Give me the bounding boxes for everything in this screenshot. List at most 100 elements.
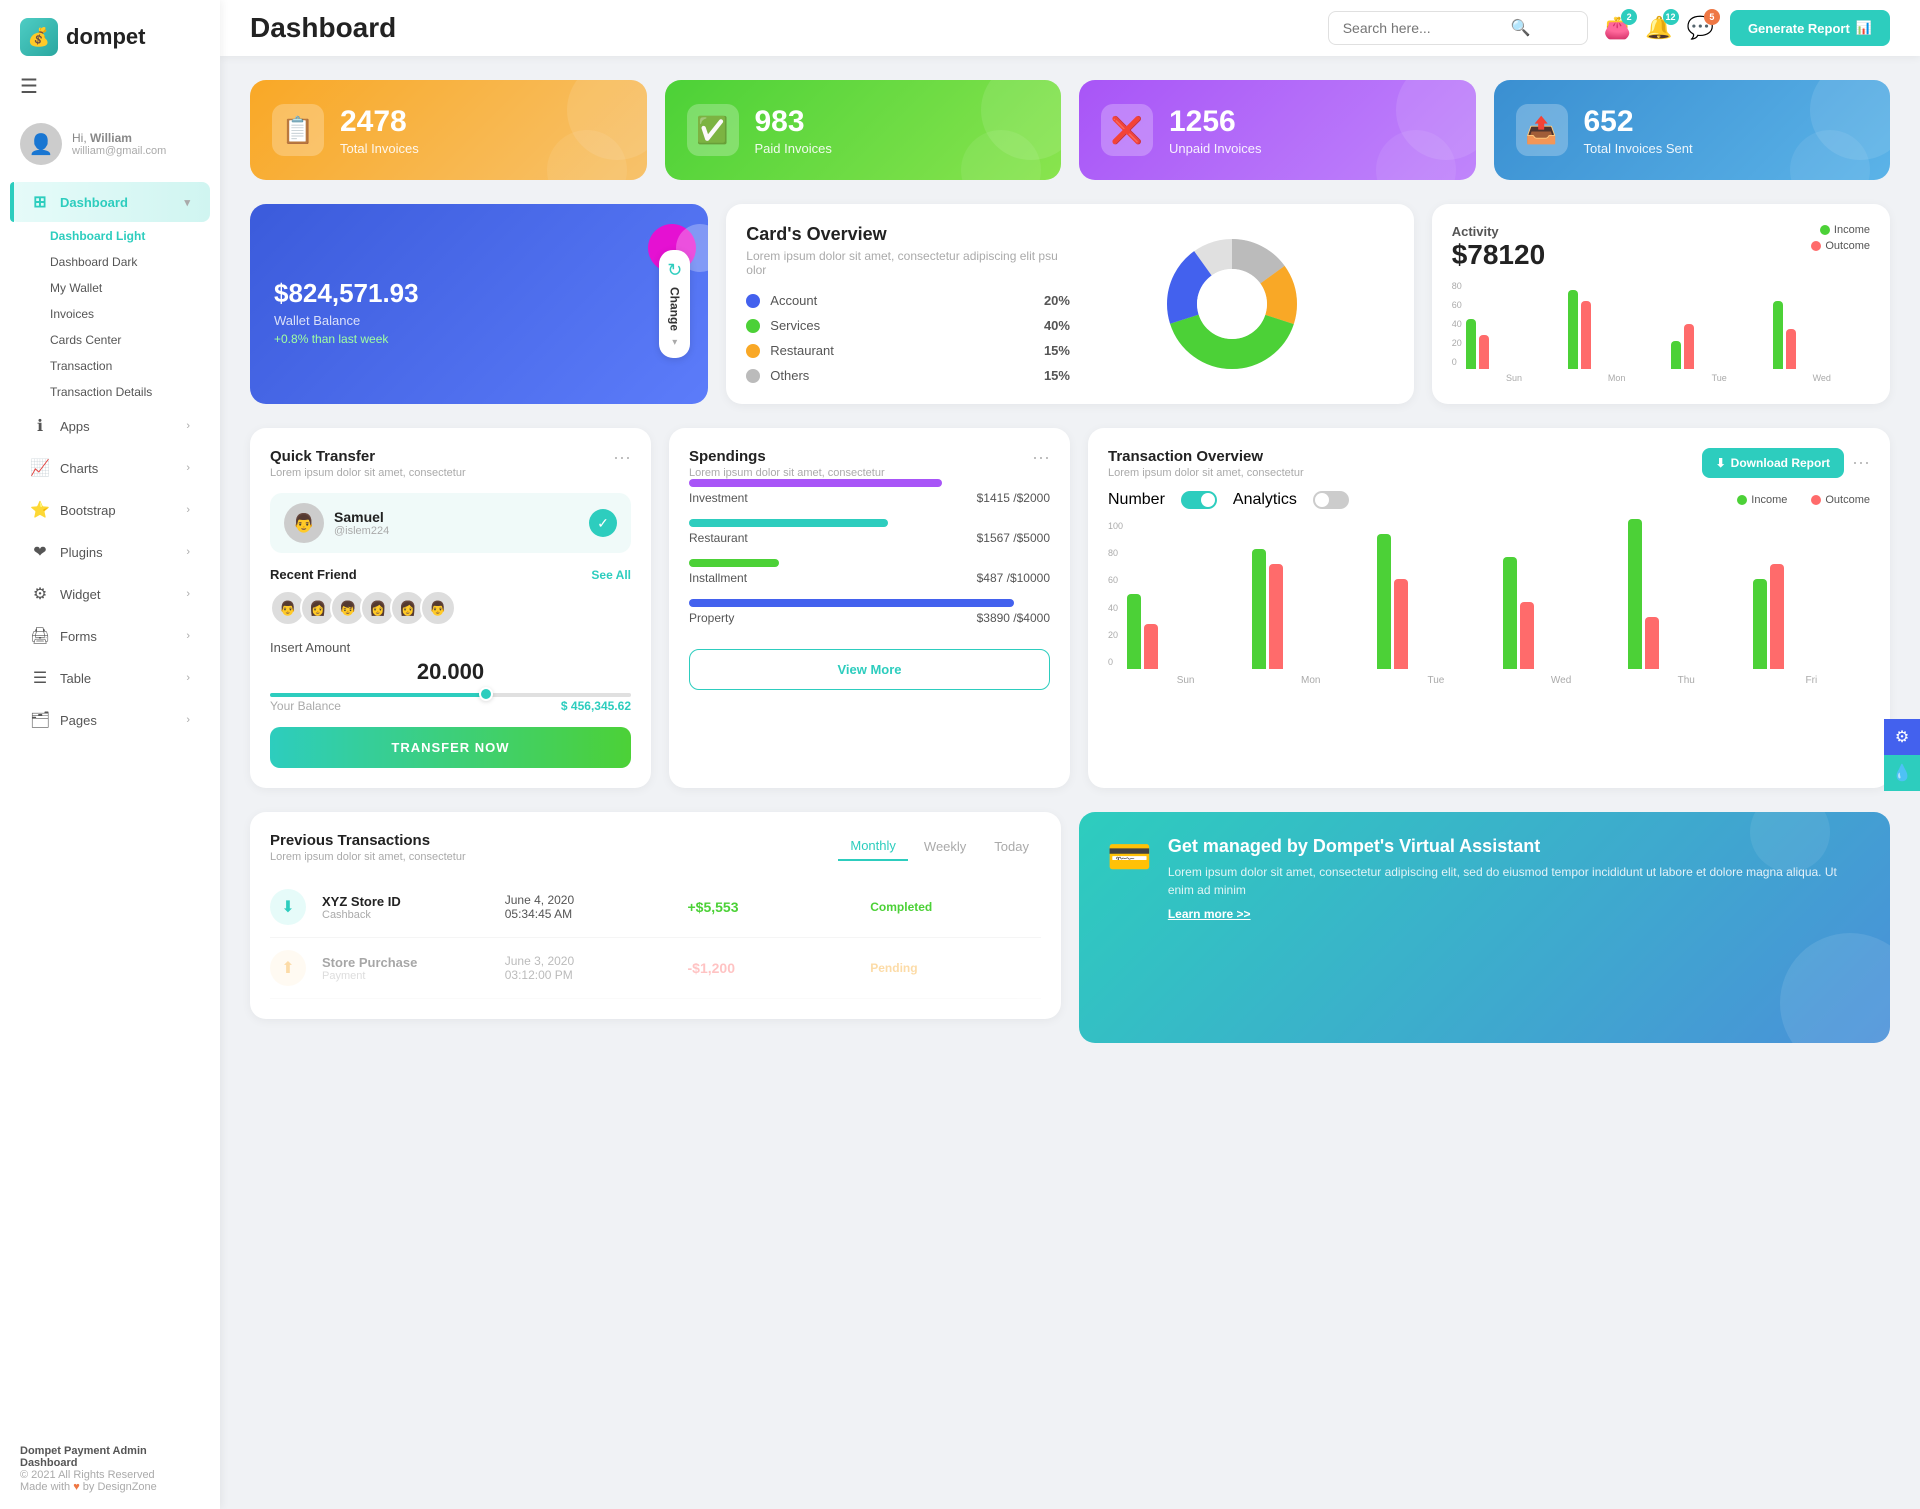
va-learn-more-link[interactable]: Learn more >> xyxy=(1168,907,1251,921)
chevron-right-icon: › xyxy=(186,630,190,642)
to-dots-menu[interactable]: ⋯ xyxy=(1852,453,1870,474)
legend-income-label: Income xyxy=(1834,224,1870,236)
refresh-icon: ↻ xyxy=(667,260,682,281)
toggle-analytics[interactable] xyxy=(1313,491,1349,509)
sidebar-item-forms[interactable]: 🖨 Forms › xyxy=(10,616,210,656)
to-y-labels: 100 80 60 40 20 0 xyxy=(1108,519,1123,669)
chat-button[interactable]: 💬 5 xyxy=(1687,15,1714,41)
dots-menu-icon[interactable]: ⋯ xyxy=(613,448,631,469)
legend-income: Income xyxy=(1820,224,1870,236)
activity-chart: Sun Mon Tue Wed xyxy=(1466,279,1870,383)
user-email: william@gmail.com xyxy=(72,145,166,157)
bar-mon-income xyxy=(1568,290,1578,369)
sidebar-sub-transaction[interactable]: Transaction xyxy=(40,353,220,379)
pages-icon: 🗂 xyxy=(30,710,50,730)
spending-amounts: $1567 /$5000 xyxy=(977,531,1050,545)
spending-amounts: $3890 /$4000 xyxy=(977,611,1050,625)
tab-today[interactable]: Today xyxy=(982,832,1041,861)
sidebar-sub-transaction-details[interactable]: Transaction Details xyxy=(40,379,220,405)
download-report-button[interactable]: ⬇ Download Report xyxy=(1702,448,1844,478)
tab-weekly[interactable]: Weekly xyxy=(912,832,978,861)
sidebar-sub-invoices[interactable]: Invoices xyxy=(40,301,220,327)
item-pct: 20% xyxy=(1044,293,1070,308)
hamburger-menu[interactable]: ☰ xyxy=(0,74,220,111)
stat-number-total: 2478 xyxy=(340,105,419,139)
chevron-right-icon: › xyxy=(186,462,190,474)
theme-tab[interactable]: 💧 xyxy=(1884,755,1920,791)
sidebar-item-label: Table xyxy=(60,671,91,686)
user-name: William xyxy=(90,131,132,145)
sidebar-sub-dashboard-light[interactable]: Dashboard Light xyxy=(40,223,220,249)
page-title: Dashboard xyxy=(250,12,1312,44)
sidebar-item-pages[interactable]: 🗂 Pages › xyxy=(10,700,210,740)
sidebar-item-table[interactable]: ☰ Table › xyxy=(10,658,210,698)
cards-overview-card: Card's Overview Lorem ipsum dolor sit am… xyxy=(726,204,1413,404)
sidebar-sub-my-wallet[interactable]: My Wallet xyxy=(40,275,220,301)
sidebar-sub-cards-center[interactable]: Cards Center xyxy=(40,327,220,353)
download-icon: ⬇ xyxy=(1716,456,1726,470)
amount-display: 20.000 xyxy=(270,659,631,685)
overview-item: Account 20% xyxy=(746,293,1070,308)
settings-tab[interactable]: ⚙ xyxy=(1884,719,1920,755)
wallet-change: +0.8% than last week xyxy=(274,332,684,346)
prev-tx-tabs: Monthly Weekly Today xyxy=(838,832,1041,861)
notification-button[interactable]: 🔔 12 xyxy=(1645,15,1672,41)
stat-label-sent: Total Invoices Sent xyxy=(1584,141,1693,156)
sidebar-item-apps[interactable]: ℹ Apps › xyxy=(10,406,210,446)
bar-mon-outcome xyxy=(1581,301,1591,369)
sidebar-item-plugins[interactable]: ❤ Plugins › xyxy=(10,532,210,572)
change-button[interactable]: ↻ Change ▾ xyxy=(659,250,690,358)
chevron-right-icon: › xyxy=(186,420,190,432)
amount-slider[interactable] xyxy=(270,693,631,697)
sidebar-item-widget[interactable]: ⚙ Widget › xyxy=(10,574,210,614)
search-input[interactable] xyxy=(1343,20,1503,36)
outcome-legend-dot xyxy=(1811,495,1821,505)
overview-items: Account 20% Services 40% Restaurant xyxy=(746,293,1070,383)
stat-number-sent: 652 xyxy=(1584,105,1693,139)
tx-time: 05:34:45 AM xyxy=(505,907,676,921)
see-all-link[interactable]: See All xyxy=(591,568,631,582)
spending-dots-menu[interactable]: ⋯ xyxy=(1032,448,1050,469)
dot-orange xyxy=(746,344,760,358)
tab-monthly[interactable]: Monthly xyxy=(838,832,908,861)
check-circle-icon: ✓ xyxy=(589,509,617,537)
toggle-number[interactable] xyxy=(1181,491,1217,509)
bar-sun-income xyxy=(1466,319,1476,369)
spendings-card: Spendings Lorem ipsum dolor sit amet, co… xyxy=(669,428,1070,788)
chevron-down-icon: ▾ xyxy=(672,337,677,348)
va-decor-circle xyxy=(1780,933,1890,1043)
to-x-labels: Sun Mon Tue Wed Thu Fri xyxy=(1127,675,1870,686)
transfer-now-button[interactable]: TRANSFER NOW xyxy=(270,727,631,768)
header: Dashboard 🔍 👛 2 🔔 12 💬 5 Generate Report… xyxy=(220,0,1920,56)
sidebar-item-label: Dashboard xyxy=(60,195,128,210)
selected-user-avatar: 👨 xyxy=(284,503,324,543)
sidebar-sub-dashboard-dark[interactable]: Dashboard Dark xyxy=(40,249,220,275)
sidebar: 💰 dompet ☰ 👤 Hi, William william@gmail.c… xyxy=(0,0,220,1509)
sidebar-footer: Dompet Payment Admin Dashboard © 2021 Al… xyxy=(0,1429,220,1509)
apps-icon: ℹ xyxy=(30,416,50,436)
footer-copyright: © 2021 All Rights Reserved xyxy=(20,1469,200,1481)
transaction-row: ⬆ Store Purchase Payment June 3, 2020 03… xyxy=(270,938,1041,999)
bar-group-fri xyxy=(1753,564,1870,669)
toggle-number-label: Number xyxy=(1108,491,1165,509)
download-report-label: Download Report xyxy=(1731,456,1830,470)
generate-report-label: Generate Report xyxy=(1748,21,1850,36)
selected-user-card[interactable]: 👨 Samuel @islem224 ✓ xyxy=(270,493,631,553)
stat-icon-total: 📋 xyxy=(272,104,324,156)
view-more-button[interactable]: View More xyxy=(689,649,1050,690)
item-label: Services xyxy=(770,318,1034,333)
property-bar xyxy=(689,599,1014,607)
sidebar-item-label: Bootstrap xyxy=(60,503,116,518)
search-bar[interactable]: 🔍 xyxy=(1328,11,1588,45)
stat-label-unpaid: Unpaid Invoices xyxy=(1169,141,1262,156)
sidebar-item-bootstrap[interactable]: ⭐ Bootstrap › xyxy=(10,490,210,530)
sidebar-item-dashboard[interactable]: ⊞ Dashboard ▾ xyxy=(10,182,210,222)
sidebar-item-charts[interactable]: 📈 Charts › xyxy=(10,448,210,488)
spending-label: Property xyxy=(689,611,734,625)
chat-badge: 5 xyxy=(1704,9,1720,25)
generate-report-button[interactable]: Generate Report 📊 xyxy=(1730,10,1890,46)
wallet-icon-button[interactable]: 👛 2 xyxy=(1604,15,1631,41)
wallet-label: Wallet Balance xyxy=(274,313,684,328)
friend-avatar[interactable]: 👨 xyxy=(420,590,456,626)
spending-installment: Installment $487 /$10000 xyxy=(689,559,1050,585)
